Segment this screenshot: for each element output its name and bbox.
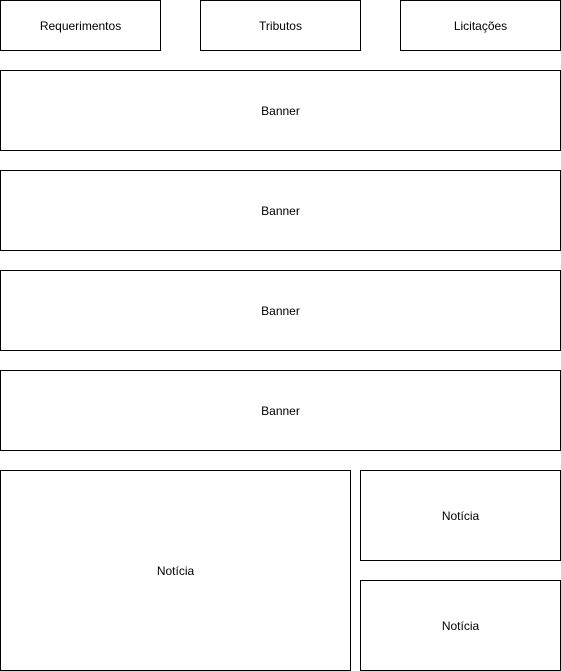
news-card-side[interactable]: Notícia bbox=[360, 580, 561, 671]
banner-label: Banner bbox=[261, 103, 300, 118]
nav-button-label: Licitações bbox=[453, 18, 508, 33]
news-card-label: Notícia bbox=[441, 618, 480, 633]
news-card-side[interactable]: Notícia bbox=[360, 470, 561, 561]
nav-button-tributos[interactable]: Tributos bbox=[200, 0, 361, 51]
banner[interactable]: Banner bbox=[0, 370, 561, 451]
banner[interactable]: Banner bbox=[0, 70, 561, 151]
nav-button-requerimentos[interactable]: Requerimentos bbox=[0, 0, 161, 51]
banner-label: Banner bbox=[261, 303, 300, 318]
banner[interactable]: Banner bbox=[0, 170, 561, 251]
nav-button-licitacoes[interactable]: Licitações bbox=[400, 0, 561, 51]
banner-label: Banner bbox=[261, 203, 300, 218]
banner[interactable]: Banner bbox=[0, 270, 561, 351]
nav-button-label: Requerimentos bbox=[39, 18, 122, 33]
banner-label: Banner bbox=[261, 403, 300, 418]
news-card-label: Notícia bbox=[441, 508, 480, 523]
nav-button-label: Tributos bbox=[259, 18, 302, 33]
news-card-main[interactable]: Notícia bbox=[0, 470, 351, 671]
news-card-label: Notícia bbox=[156, 563, 195, 578]
